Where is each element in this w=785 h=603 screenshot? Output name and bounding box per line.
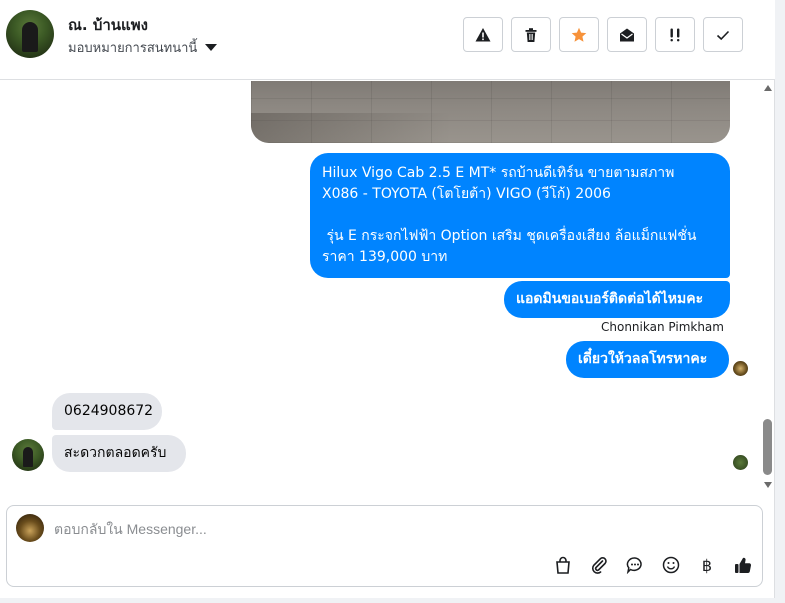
baht-icon[interactable]: ฿ bbox=[696, 554, 718, 576]
sender-name: Chonnikan Pimkham bbox=[601, 320, 724, 334]
incoming-message-convenient[interactable]: สะดวกตลอดครับ bbox=[52, 435, 186, 472]
scroll-down-icon[interactable] bbox=[764, 482, 772, 488]
scroll-up-icon[interactable] bbox=[764, 85, 772, 91]
thread-scrollbar[interactable] bbox=[762, 81, 774, 493]
incoming-message-phone[interactable]: 0624908672 bbox=[52, 393, 162, 430]
thumbs-up-icon[interactable] bbox=[732, 554, 754, 576]
conversation-toolbar bbox=[463, 17, 743, 52]
scroll-thumb[interactable] bbox=[763, 419, 772, 475]
assign-conversation-dropdown[interactable]: มอบหมายการสนทนานี้ bbox=[68, 37, 218, 58]
follow-up-button[interactable] bbox=[655, 17, 695, 52]
page-avatar bbox=[16, 514, 44, 542]
delete-button[interactable] bbox=[511, 17, 551, 52]
mark-unread-button[interactable] bbox=[607, 17, 647, 52]
emoji-icon[interactable] bbox=[660, 554, 682, 576]
listing-text: Hilux Vigo Cab 2.5 E MT* รถบ้านดีเทิร์น … bbox=[322, 165, 697, 265]
outgoing-message-admin[interactable]: แอดมินขอเบอร์ติดต่อได้ไหมคะ bbox=[504, 281, 730, 318]
star-button[interactable] bbox=[559, 17, 599, 52]
mark-spam-button[interactable] bbox=[463, 17, 503, 52]
priority-icon bbox=[670, 28, 680, 41]
assign-label: มอบหมายการสนทนานี้ bbox=[68, 41, 198, 56]
caret-down-icon bbox=[205, 44, 218, 51]
shared-car-photo[interactable] bbox=[251, 81, 730, 143]
outgoing-message-callback[interactable]: เดี๋ยวให้วลลโทรหาคะ bbox=[566, 341, 729, 378]
contact-avatar-small[interactable] bbox=[12, 439, 44, 471]
outgoing-message-listing[interactable]: Hilux Vigo Cab 2.5 E MT* รถบ้านดีเทิร์น … bbox=[310, 153, 730, 278]
star-icon bbox=[571, 27, 587, 42]
check-icon bbox=[716, 30, 730, 40]
shopping-bag-icon[interactable] bbox=[552, 554, 574, 576]
contact-seen-avatar bbox=[733, 455, 748, 470]
saved-reply-icon[interactable] bbox=[624, 554, 646, 576]
paperclip-icon[interactable] bbox=[588, 554, 610, 576]
conversation-header: ณ. บ้านแพง มอบหมายการสนทนานี้ bbox=[0, 0, 775, 80]
conversation-panel: ณ. บ้านแพง มอบหมายการสนทนานี้ Hilux Vigo… bbox=[0, 0, 775, 598]
reply-input[interactable] bbox=[54, 518, 734, 540]
warning-icon bbox=[475, 27, 491, 41]
page-seen-avatar bbox=[733, 361, 748, 376]
mark-done-button[interactable] bbox=[703, 17, 743, 52]
composer-actions: ฿ bbox=[552, 554, 754, 576]
reply-composer: ฿ bbox=[6, 505, 763, 587]
contact-avatar[interactable] bbox=[6, 10, 54, 58]
contact-name[interactable]: ณ. บ้านแพง bbox=[68, 13, 148, 37]
trash-icon bbox=[525, 27, 537, 42]
envelope-open-icon bbox=[620, 28, 634, 41]
message-thread[interactable]: Hilux Vigo Cab 2.5 E MT* รถบ้านดีเทิร์น … bbox=[0, 81, 762, 493]
